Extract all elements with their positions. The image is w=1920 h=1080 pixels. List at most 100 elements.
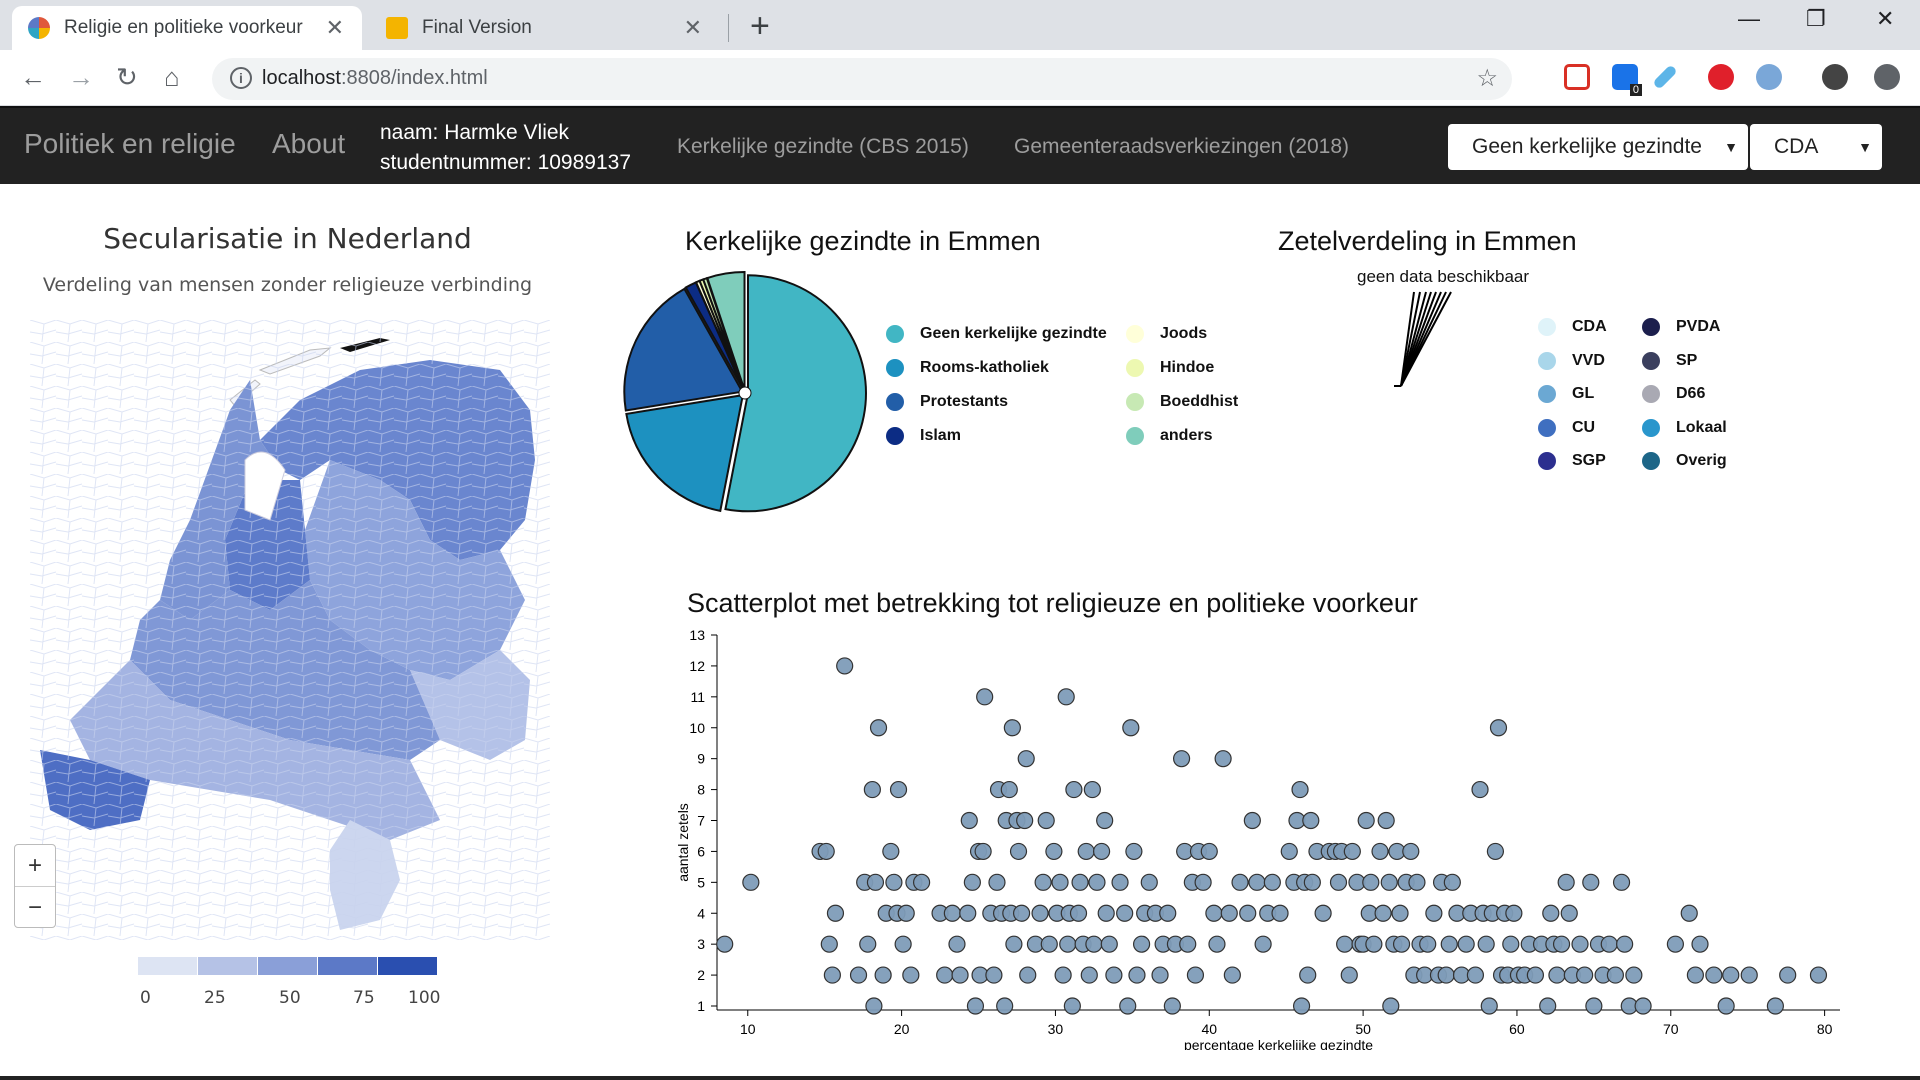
scatter-point[interactable] bbox=[1779, 966, 1797, 984]
scatter-point[interactable] bbox=[1105, 966, 1123, 984]
scatter-point[interactable] bbox=[985, 966, 1003, 984]
scatter-point[interactable] bbox=[1034, 873, 1052, 891]
scatter-point[interactable] bbox=[1600, 935, 1618, 953]
back-icon[interactable]: ← bbox=[20, 60, 46, 94]
scatter-point[interactable] bbox=[1132, 935, 1151, 953]
scatter-point[interactable] bbox=[1059, 935, 1077, 953]
scatter-point[interactable] bbox=[948, 935, 966, 953]
scatter-point[interactable] bbox=[885, 873, 903, 891]
scatter-point[interactable] bbox=[1717, 997, 1735, 1015]
scatter-point[interactable] bbox=[1194, 873, 1212, 891]
scatter-point[interactable] bbox=[1571, 935, 1589, 953]
scatter-point[interactable] bbox=[996, 997, 1014, 1015]
religion-pie-chart[interactable] bbox=[620, 268, 870, 518]
scatter-point[interactable] bbox=[882, 842, 900, 861]
scatter-point[interactable] bbox=[1239, 904, 1257, 922]
scatter-point[interactable] bbox=[1100, 935, 1118, 953]
close-window-icon[interactable]: ✕ bbox=[1876, 6, 1894, 32]
scatter-point[interactable] bbox=[1214, 750, 1232, 768]
update-icon[interactable] bbox=[1874, 64, 1900, 90]
scatter-point[interactable] bbox=[1585, 997, 1603, 1015]
scatter-point[interactable] bbox=[1000, 780, 1018, 799]
scatter-point[interactable] bbox=[1419, 935, 1437, 953]
scatter-point[interactable] bbox=[1680, 904, 1698, 922]
scatter-point[interactable] bbox=[1477, 935, 1495, 953]
scatter-point[interactable] bbox=[836, 657, 854, 675]
scatter-point[interactable] bbox=[1172, 750, 1191, 768]
scatter-point[interactable] bbox=[1080, 966, 1098, 984]
scatter-point[interactable] bbox=[1480, 997, 1498, 1015]
home-icon[interactable]: ⌂ bbox=[164, 60, 180, 94]
scatter-point[interactable] bbox=[1125, 842, 1143, 861]
scatter-point[interactable] bbox=[1457, 935, 1475, 953]
scatter-point[interactable] bbox=[1291, 780, 1309, 799]
religion-select[interactable]: Geen kerkelijke gezindte ▼ bbox=[1448, 124, 1748, 170]
scatter-point[interactable] bbox=[1231, 873, 1249, 891]
scatter-point[interactable] bbox=[1097, 904, 1115, 922]
scatter-point[interactable] bbox=[1443, 873, 1461, 891]
scatter-point[interactable] bbox=[1343, 842, 1361, 861]
address-bar[interactable]: i localhost:8808/index.html ☆ bbox=[212, 58, 1512, 100]
scatter-point[interactable] bbox=[1248, 873, 1266, 891]
scatter-point[interactable] bbox=[1314, 904, 1332, 922]
scatter-point[interactable] bbox=[1200, 842, 1218, 861]
scatter-point[interactable] bbox=[936, 966, 954, 984]
scatter-point[interactable] bbox=[1096, 811, 1114, 830]
nav-link-cbs[interactable]: Kerkelijke gezindte (CBS 2015) bbox=[677, 135, 969, 159]
scatter-point[interactable] bbox=[1009, 842, 1028, 861]
scatter-point[interactable] bbox=[974, 842, 992, 861]
scatter-point[interactable] bbox=[1220, 904, 1238, 922]
scatter-point[interactable] bbox=[826, 904, 845, 922]
scatter-point[interactable] bbox=[1116, 904, 1134, 922]
scatter-point[interactable] bbox=[865, 997, 883, 1015]
scatter-point[interactable] bbox=[1071, 873, 1089, 891]
scatter-point[interactable] bbox=[1374, 904, 1392, 922]
scatter-point[interactable] bbox=[1119, 997, 1137, 1015]
scatter-point[interactable] bbox=[1088, 873, 1106, 891]
scatter-point[interactable] bbox=[913, 873, 931, 891]
scatter-point[interactable] bbox=[1616, 935, 1634, 953]
scatter-point[interactable] bbox=[1223, 966, 1241, 984]
scatter-point[interactable] bbox=[1425, 904, 1443, 922]
scatter-point[interactable] bbox=[1526, 966, 1545, 984]
brand-link[interactable]: Politiek en religie bbox=[24, 128, 236, 160]
scatter-point[interactable] bbox=[1083, 780, 1101, 799]
scatter-point[interactable] bbox=[1809, 966, 1828, 984]
scatter-point[interactable] bbox=[1159, 904, 1177, 922]
scatter-point[interactable] bbox=[1263, 873, 1281, 891]
scatter-point[interactable] bbox=[943, 904, 961, 922]
pie-slice[interactable] bbox=[625, 393, 745, 513]
scatter-point[interactable] bbox=[897, 904, 915, 922]
highlighter-icon[interactable] bbox=[1652, 64, 1678, 90]
scatter-point[interactable] bbox=[1163, 997, 1181, 1015]
scatter-point[interactable] bbox=[1092, 842, 1111, 861]
scatter-point[interactable] bbox=[1054, 966, 1072, 984]
scatter-point[interactable] bbox=[1336, 935, 1354, 953]
netherlands-choropleth-map[interactable] bbox=[30, 320, 550, 940]
scatter-point[interactable] bbox=[1548, 966, 1566, 984]
scatter-point[interactable] bbox=[1186, 966, 1205, 984]
minimize-icon[interactable]: — bbox=[1738, 6, 1760, 32]
tab-religie[interactable]: Religie en politieke voorkeur ✕ bbox=[12, 6, 362, 50]
restore-icon[interactable]: ❐ bbox=[1806, 6, 1826, 32]
scatter-point[interactable] bbox=[1040, 935, 1058, 953]
about-link[interactable]: About bbox=[272, 128, 345, 160]
scatter-point[interactable] bbox=[1243, 811, 1261, 830]
scatter-point[interactable] bbox=[1065, 780, 1083, 799]
scatter-point[interactable] bbox=[863, 780, 881, 799]
scatter-point[interactable] bbox=[966, 997, 985, 1015]
scatter-point[interactable] bbox=[1057, 688, 1075, 706]
scatter-point[interactable] bbox=[1208, 935, 1226, 953]
scatter-point[interactable] bbox=[1005, 935, 1023, 953]
scatter-point[interactable] bbox=[1151, 966, 1169, 984]
zoom-out-button[interactable]: − bbox=[15, 887, 55, 929]
scatter-point[interactable] bbox=[1031, 904, 1049, 922]
scatter-point[interactable] bbox=[1122, 719, 1140, 737]
new-tab-icon[interactable]: + bbox=[750, 8, 770, 44]
forward-icon[interactable]: → bbox=[68, 60, 94, 94]
scatter-point[interactable] bbox=[1016, 811, 1034, 830]
reload-icon[interactable]: ↻ bbox=[116, 60, 138, 94]
scatter-point[interactable] bbox=[1606, 966, 1625, 984]
scatter-point[interactable] bbox=[1128, 966, 1146, 984]
scatter-point[interactable] bbox=[1489, 719, 1508, 737]
